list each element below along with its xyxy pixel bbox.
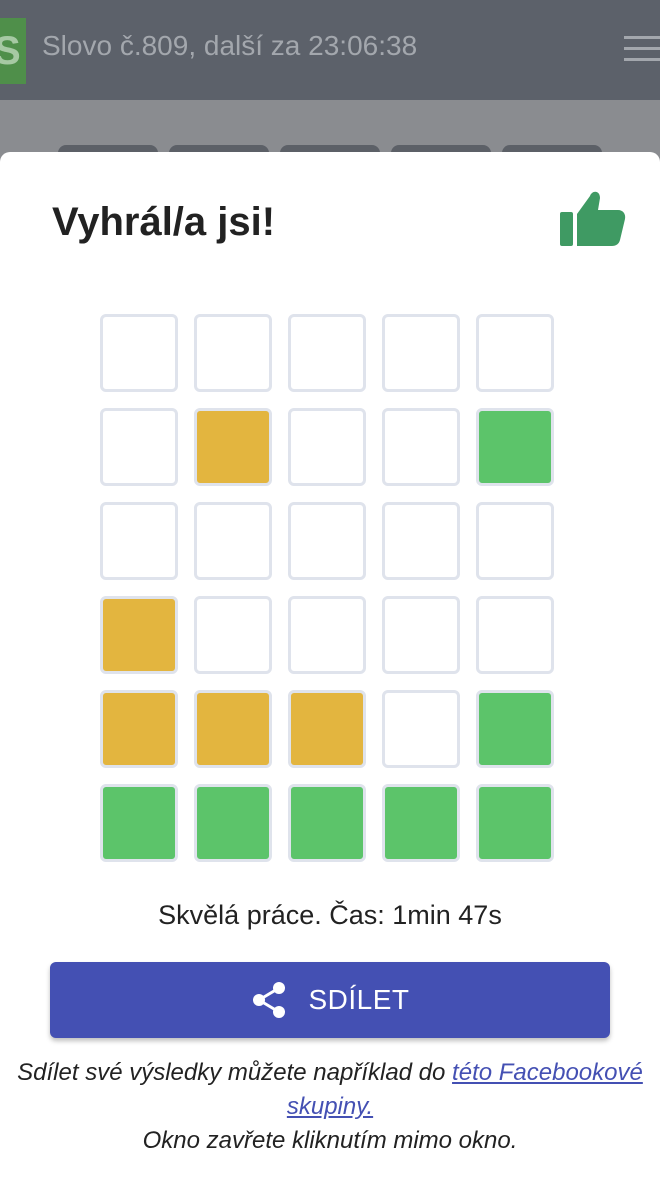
result-grid: [100, 314, 562, 868]
grid-cell-empty: [382, 502, 460, 580]
grid-cell-empty: [382, 314, 460, 392]
grid-cell-empty: [382, 596, 460, 674]
top-app-bar: S Slovo č.809, další za 23:06:38: [0, 0, 660, 100]
grid-cell-empty: [100, 408, 178, 486]
grid-cell-correct: [476, 408, 554, 486]
hamburger-menu-icon[interactable]: [624, 36, 660, 64]
info-text: Sdílet své výsledky můžete například do …: [0, 1056, 660, 1158]
grid-cell-correct: [476, 784, 554, 862]
dialog-title: Vyhrál/a jsi!: [52, 200, 276, 244]
grid-cell-empty: [194, 502, 272, 580]
grid-cell-empty: [288, 502, 366, 580]
grid-cell-empty: [382, 408, 460, 486]
grid-cell-empty: [476, 314, 554, 392]
share-button[interactable]: SDÍLET: [50, 962, 610, 1038]
grid-cell-correct: [382, 784, 460, 862]
grid-cell-present: [194, 690, 272, 768]
grid-cell-empty: [194, 314, 272, 392]
result-time-text: Skvělá práce. Čas: 1min 47s: [158, 900, 502, 930]
grid-cell-present: [194, 408, 272, 486]
grid-cell-correct: [194, 784, 272, 862]
app-logo[interactable]: S: [0, 18, 26, 84]
grid-cell-empty: [476, 502, 554, 580]
grid-cell-present: [100, 596, 178, 674]
grid-cell-correct: [476, 690, 554, 768]
grid-cell-correct: [100, 784, 178, 862]
grid-cell-correct: [288, 784, 366, 862]
close-hint-text: Okno zavřete kliknutím mimo okno.: [142, 1127, 518, 1154]
share-icon: [253, 982, 286, 1018]
grid-cell-empty: [288, 596, 366, 674]
puzzle-title: Slovo č.809, další za 23:06:38: [42, 30, 418, 61]
grid-cell-present: [100, 690, 178, 768]
info-text-prefix: Sdílet své výsledky můžete například do: [17, 1059, 453, 1086]
grid-cell-empty: [288, 408, 366, 486]
thumbs-up-icon: [560, 191, 626, 246]
grid-cell-empty: [476, 596, 554, 674]
grid-cell-present: [288, 690, 366, 768]
grid-cell-empty: [100, 502, 178, 580]
win-dialog: Vyhrál/a jsi! Skvělá práce. Čas: 1min 47…: [0, 152, 660, 1200]
share-button-label: SDÍLET: [308, 984, 410, 1015]
grid-cell-empty: [100, 314, 178, 392]
grid-cell-empty: [194, 596, 272, 674]
grid-cell-empty: [288, 314, 366, 392]
grid-cell-empty: [382, 690, 460, 768]
